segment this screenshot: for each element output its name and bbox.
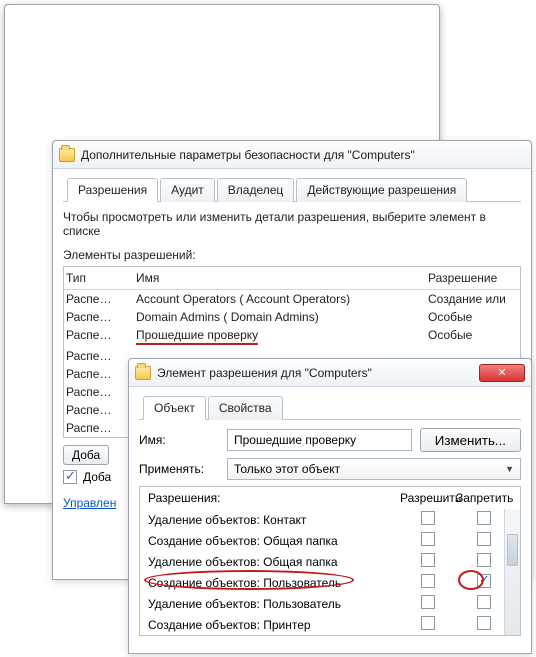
allow-col: Разрешить xyxy=(400,491,456,505)
deny-checkbox[interactable] xyxy=(477,616,491,630)
allow-checkbox[interactable] xyxy=(421,553,435,567)
allow-checkbox[interactable] xyxy=(421,574,435,588)
col-name[interactable]: Имя xyxy=(136,271,428,285)
add-button[interactable]: Доба xyxy=(63,445,109,465)
tabstrip: Разрешения Аудит Владелец Действующие ра… xyxy=(63,177,521,202)
perm-line: Удаление объектов: Пользователь xyxy=(146,593,514,614)
close-button[interactable]: ✕ xyxy=(479,364,525,382)
perm-name: Создание объектов: Общая папка xyxy=(148,534,400,548)
perm-name: Создание объектов: Принтер xyxy=(148,618,400,632)
col-perm[interactable]: Разрешение xyxy=(428,271,518,285)
allow-checkbox[interactable] xyxy=(421,511,435,525)
tab-object[interactable]: Объект xyxy=(143,396,206,420)
perm-header: Тип Имя Разрешение xyxy=(64,267,520,290)
perm-name: Удаление объектов: Контакт xyxy=(148,513,400,527)
name-field[interactable]: Прошедшие проверку xyxy=(227,429,412,451)
change-button[interactable]: Изменить... xyxy=(420,428,521,452)
perm-line: Создание объектов: Пользователь xyxy=(146,572,514,593)
table-row[interactable]: Распе…Domain Admins ( Domain Admins)Особ… xyxy=(64,308,520,326)
titlebar: Дополнительные параметры безопасности дл… xyxy=(53,141,531,169)
deny-col: Запретить xyxy=(456,491,512,505)
perm-lines-container: Удаление объектов: Контакт Создание объек… xyxy=(146,509,514,635)
elements-label: Элементы разрешений: xyxy=(63,248,521,262)
perm-name: Удаление объектов: Пользователь xyxy=(148,597,400,611)
deny-checkbox[interactable] xyxy=(477,595,491,609)
folder-icon xyxy=(59,148,75,162)
chevron-down-icon: ▼ xyxy=(505,464,514,474)
tab-owner[interactable]: Владелец xyxy=(217,178,295,202)
allow-checkbox[interactable] xyxy=(421,532,435,546)
permission-entry-window: Элемент разрешения для "Computers" ✕ Объ… xyxy=(128,358,532,654)
perm-table-head: Разрешения: Разрешить Запретить xyxy=(146,491,514,509)
window-title: Дополнительные параметры безопасности дл… xyxy=(81,148,525,162)
titlebar: Элемент разрешения для "Computers" ✕ xyxy=(129,359,531,387)
perm-name: Удаление объектов: Общая папка xyxy=(148,555,400,569)
tab-effective[interactable]: Действующие разрешения xyxy=(296,178,467,202)
allow-checkbox[interactable] xyxy=(421,595,435,609)
perm-name: Создание объектов: Пользователь xyxy=(148,576,400,590)
apply-label: Применять: xyxy=(139,462,219,476)
table-row[interactable]: Распе…Прошедшие проверкуОсобые xyxy=(64,326,520,347)
deny-checkbox[interactable] xyxy=(477,574,491,588)
scrollbar[interactable] xyxy=(504,509,520,635)
tabstrip: Объект Свойства xyxy=(139,395,521,420)
tab-permissions[interactable]: Разрешения xyxy=(67,178,158,202)
col-type[interactable]: Тип xyxy=(66,271,136,285)
name-label: Имя: xyxy=(139,433,219,447)
deny-checkbox[interactable] xyxy=(477,553,491,567)
window-title: Элемент разрешения для "Computers" xyxy=(157,366,475,380)
perm-line: Удаление объектов: Контакт xyxy=(146,509,514,530)
perm-line: Создание объектов: Принтер xyxy=(146,614,514,635)
deny-checkbox[interactable] xyxy=(477,532,491,546)
folder-icon xyxy=(135,366,151,380)
deny-checkbox[interactable] xyxy=(477,511,491,525)
help-text: Чтобы просмотреть или изменить детали ра… xyxy=(63,210,521,238)
apply-select[interactable]: Только этот объект ▼ xyxy=(227,458,521,480)
inherit-label: Доба xyxy=(83,470,111,484)
tab-properties[interactable]: Свойства xyxy=(208,396,283,420)
manage-link[interactable]: Управлен xyxy=(63,496,116,510)
tab-audit[interactable]: Аудит xyxy=(160,178,215,202)
table-row[interactable]: Распе…Account Operators ( Account Operat… xyxy=(64,290,520,308)
perm-line: Удаление объектов: Общая папка xyxy=(146,551,514,572)
allow-checkbox[interactable] xyxy=(421,616,435,630)
inherit-checkbox[interactable] xyxy=(63,470,77,484)
perm-line: Создание объектов: Общая папка xyxy=(146,530,514,551)
perm-label: Разрешения: xyxy=(148,491,400,505)
